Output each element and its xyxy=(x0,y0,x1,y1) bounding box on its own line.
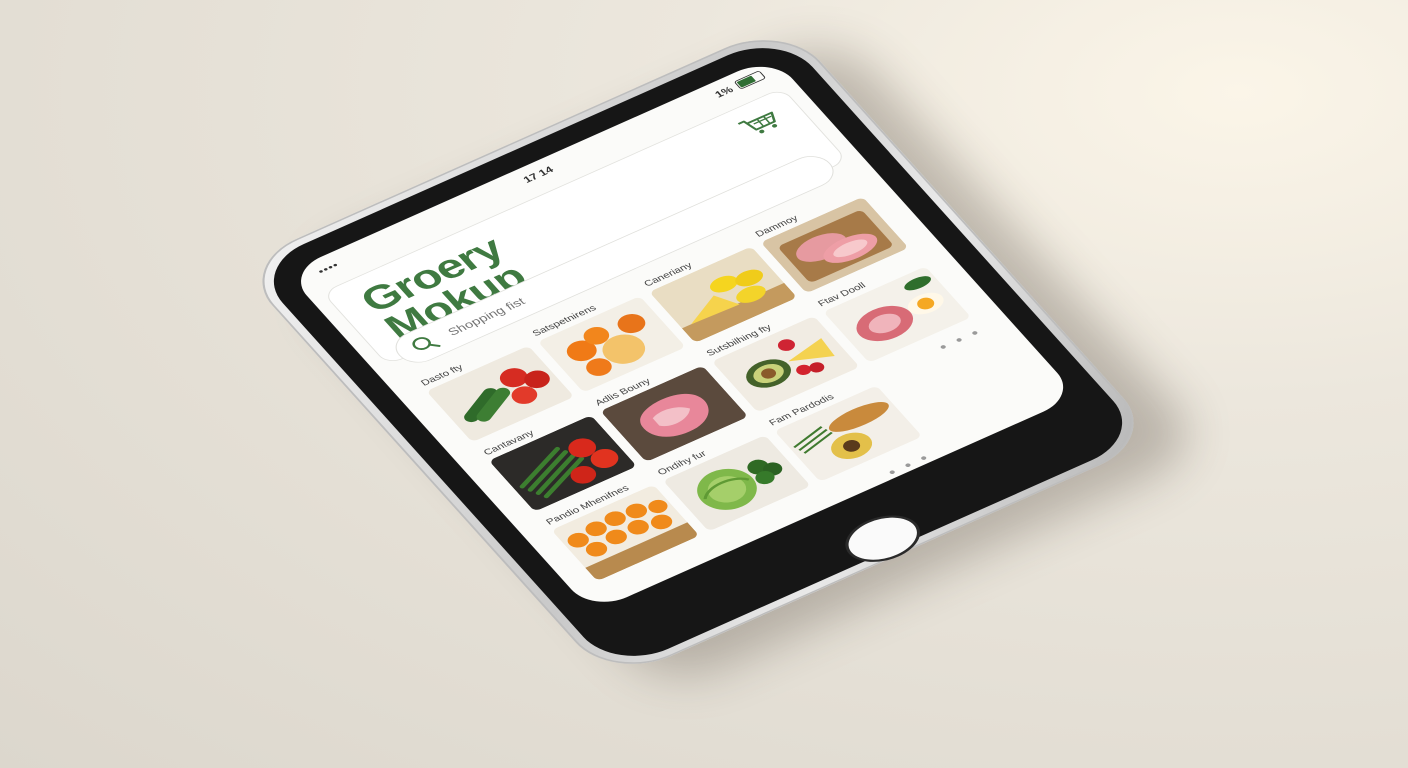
app-screen: •••• 1⁠7 14 1% Groery Mokup xyxy=(285,56,1079,613)
phone-bezel: •••• 1⁠7 14 1% Groery Mokup xyxy=(250,31,1146,673)
search-icon xyxy=(412,337,441,350)
battery-level xyxy=(736,75,756,88)
cabbage-broccoli-image xyxy=(662,434,812,532)
phone-body: •••• 1⁠7 14 1% Groery Mokup xyxy=(236,21,1160,683)
oranges-crate-image xyxy=(551,484,700,582)
home-button[interactable] xyxy=(833,505,933,572)
pagination-dots[interactable]: • • • xyxy=(884,450,936,481)
battery-icon xyxy=(733,70,767,90)
